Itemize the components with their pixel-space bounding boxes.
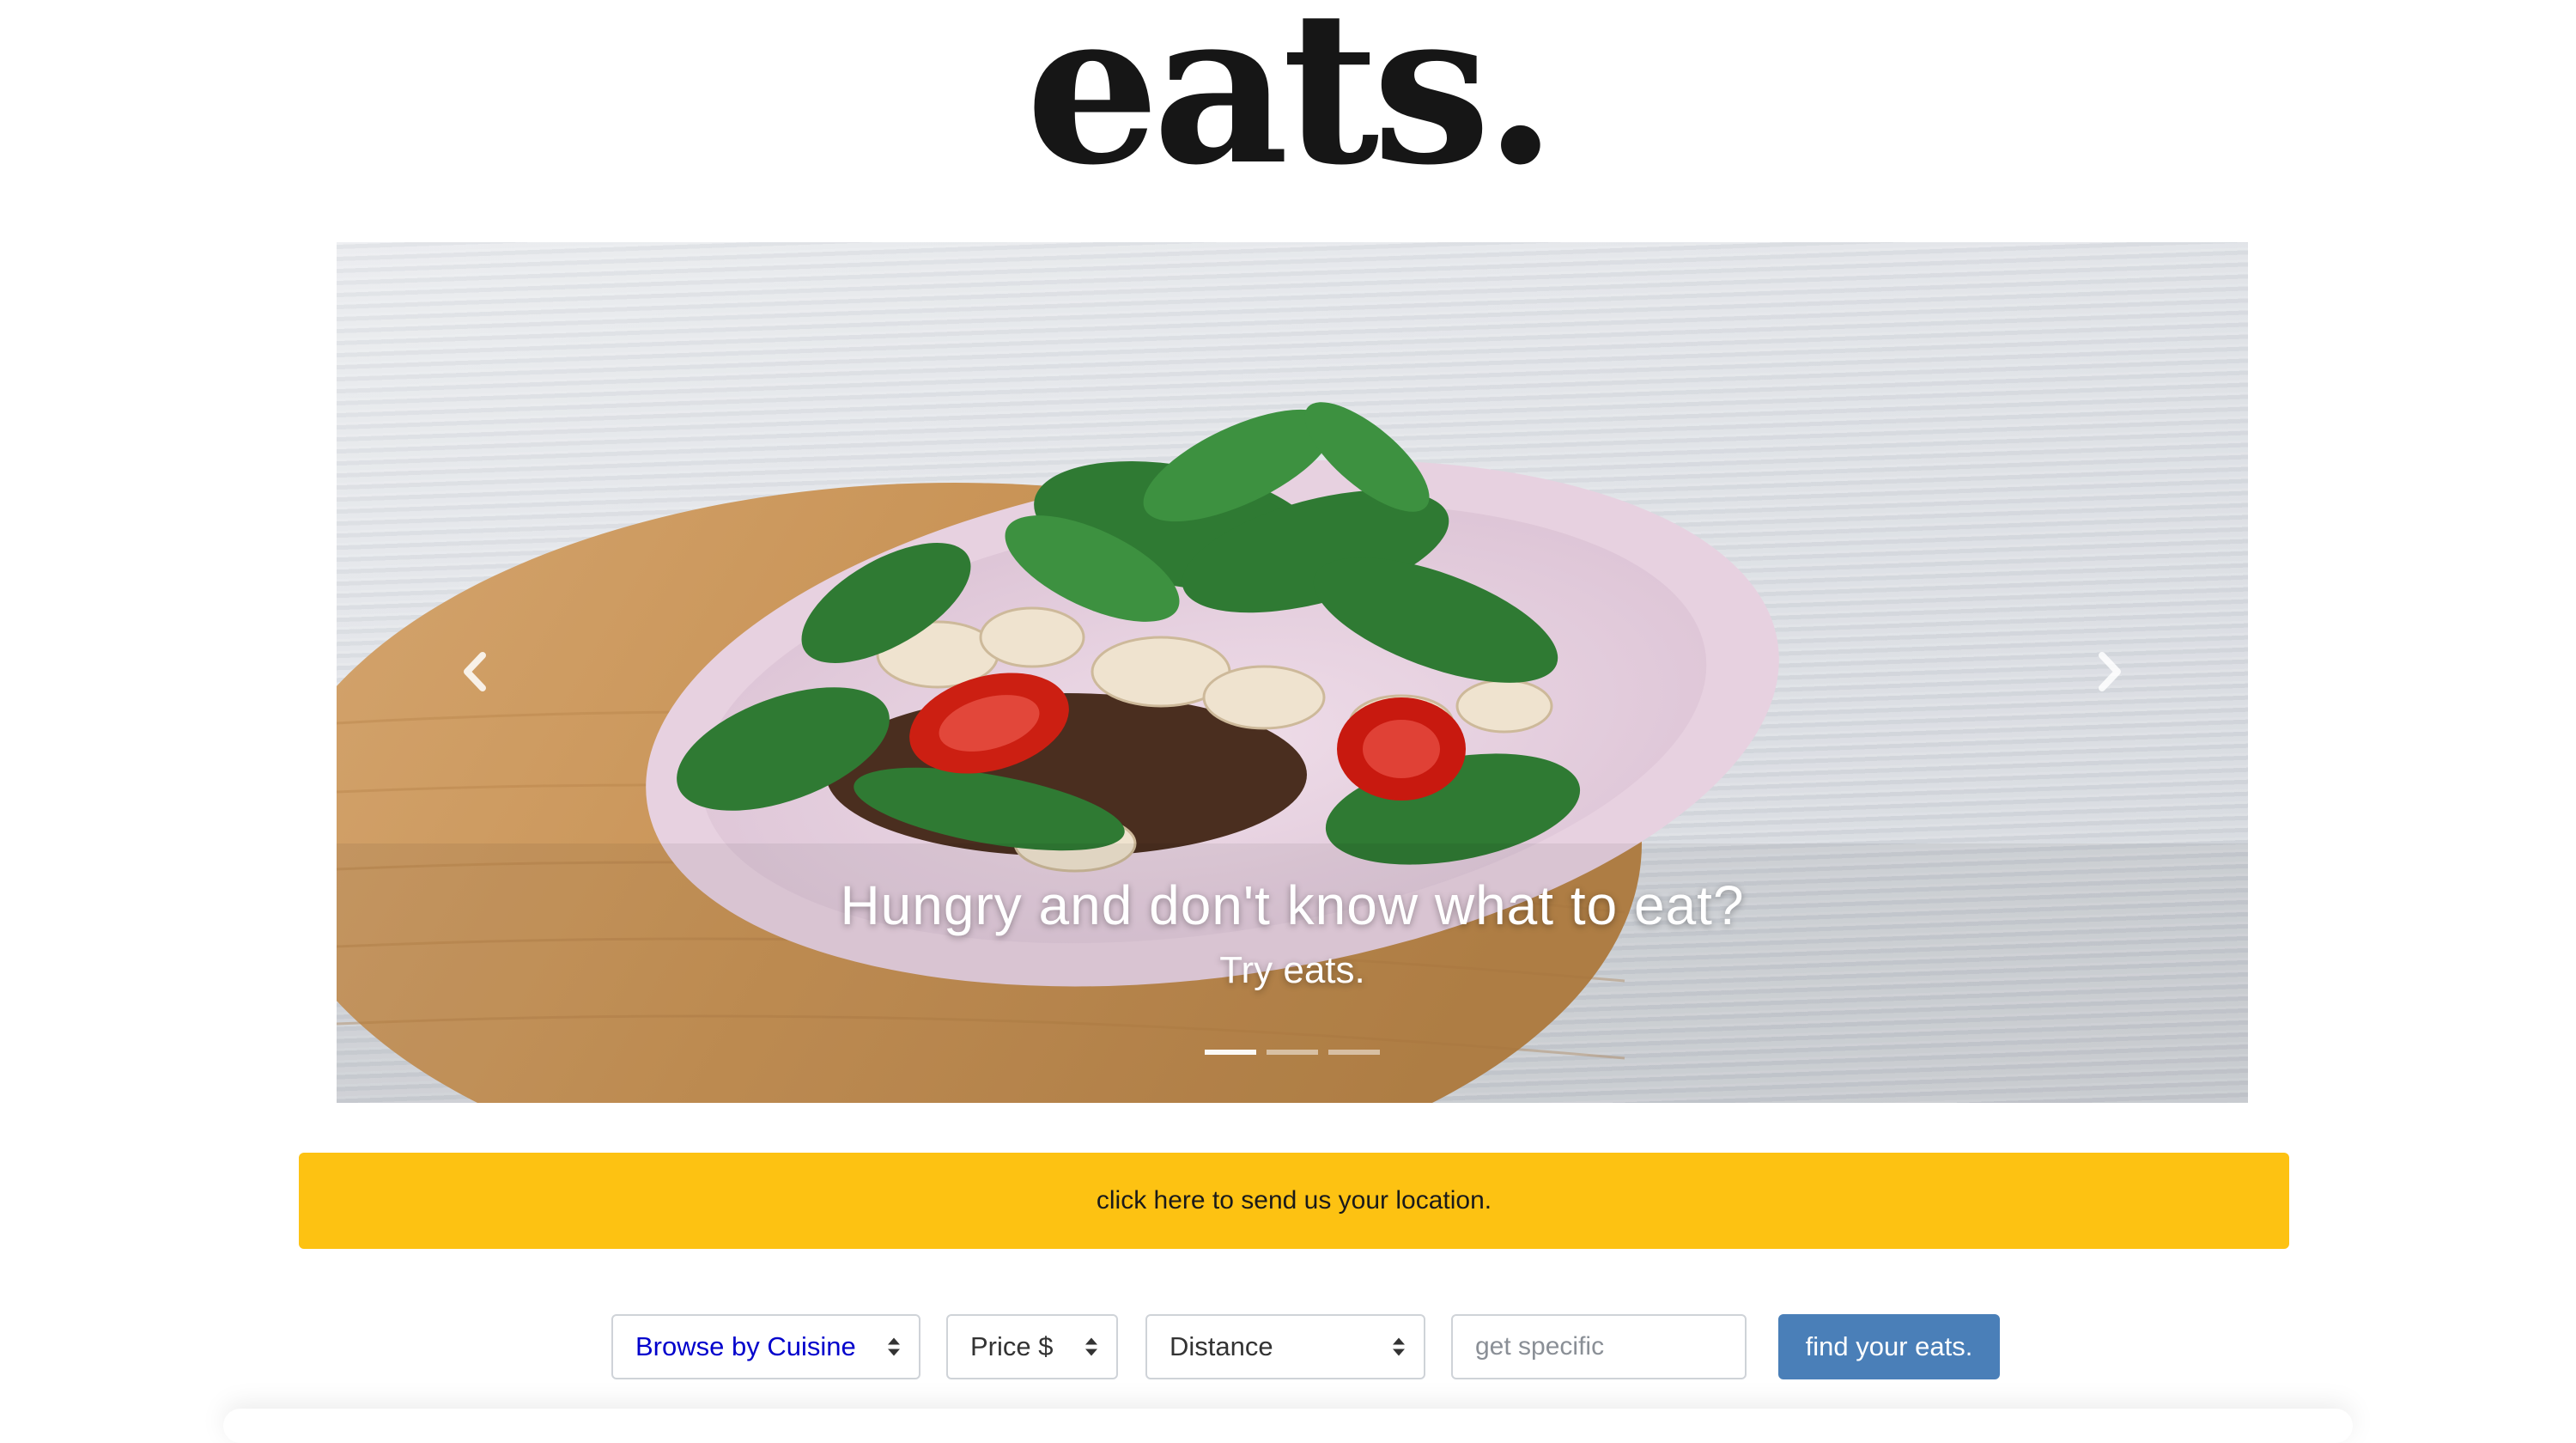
distance-select-value: Distance [1170,1331,1273,1361]
cuisine-select-value: Browse by Cuisine [635,1331,856,1361]
carousel-indicator-3[interactable] [1328,1050,1380,1055]
cuisine-select[interactable]: Browse by Cuisine [611,1314,920,1379]
specific-search-input[interactable] [1451,1314,1747,1379]
carousel-caption: Hungry and don't know what to eat? Try e… [337,874,2248,992]
carousel-indicator-1[interactable] [1205,1050,1256,1055]
send-location-button[interactable]: click here to send us your location. [299,1153,2289,1249]
hero-carousel: Hungry and don't know what to eat? Try e… [337,242,2248,1103]
select-arrows-icon [888,1337,900,1356]
find-eats-button[interactable]: find your eats. [1778,1314,2000,1379]
carousel-next-button[interactable] [2059,620,2162,723]
site-logo: eats. [1025,0,1557,211]
distance-select[interactable]: Distance [1145,1314,1425,1379]
carousel-indicator-2[interactable] [1267,1050,1318,1055]
results-panel-edge [223,1409,2353,1443]
chevron-left-icon [464,652,486,691]
caption-title: Hungry and don't know what to eat? [840,874,1745,936]
select-arrows-icon [1085,1337,1097,1356]
carousel-prev-button[interactable] [422,620,526,723]
price-select-value: Price $ [970,1331,1054,1361]
select-arrows-icon [1393,1337,1405,1356]
chevron-right-icon [2099,652,2121,691]
price-select[interactable]: Price $ [946,1314,1118,1379]
carousel-indicators [337,1050,2248,1055]
caption-subtitle: Try eats. [1219,949,1365,991]
